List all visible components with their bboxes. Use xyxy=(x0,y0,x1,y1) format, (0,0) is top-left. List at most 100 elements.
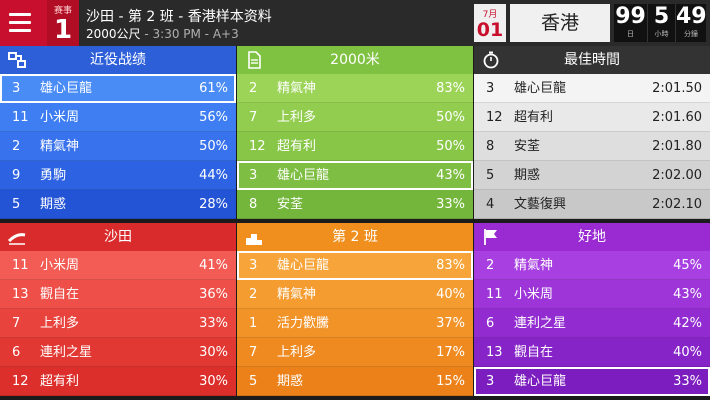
horse-name: 雄心巨龍 xyxy=(277,168,330,183)
top-bar: 赛事 1 沙田 - 第 2 班 - 香港样本资料 2000公尺 - 3:30 P… xyxy=(0,0,710,46)
countdown: 99 日 5 小時 49 分鐘 xyxy=(614,4,707,42)
menu-button[interactable] xyxy=(0,0,47,46)
countdown-days-unit: 日 xyxy=(627,30,634,38)
panel-title: 最佳時間 xyxy=(564,52,620,68)
horse-row[interactable]: 3 雄心巨龍 43% xyxy=(237,161,473,190)
horse-name: 連利之星 xyxy=(514,316,567,331)
horse-row[interactable]: 2 精氣神 50% xyxy=(0,132,236,161)
horse-row[interactable]: 12 超有利 2:01.60 xyxy=(474,103,710,132)
podium-icon xyxy=(245,228,263,246)
countdown-minutes-unit: 分鐘 xyxy=(684,30,698,38)
horse-row[interactable]: 2 精氣神 45% xyxy=(474,251,710,280)
stat-panel: 沙田 11 小米周 41% 13 觀自在 36% 7 上利多 33% 6 連利之星 30% 12 超有利 30… xyxy=(0,223,236,396)
horse-row[interactable]: 3 雄心巨龍 2:01.50 xyxy=(474,74,710,103)
horse-row[interactable]: 3 雄心巨龍 61% xyxy=(0,74,236,103)
stat-value: 2:02.00 xyxy=(652,168,702,183)
horse-name: 上利多 xyxy=(277,345,317,360)
horse-name: 上利多 xyxy=(277,110,317,125)
horse-number: 3 xyxy=(249,168,258,183)
countdown-minutes: 49 分鐘 xyxy=(676,4,707,42)
countdown-days: 99 日 xyxy=(614,4,648,42)
stat-value: 43% xyxy=(673,287,702,302)
horse-name: 精氣神 xyxy=(514,258,554,273)
panel-header[interactable]: 近役战绩 xyxy=(0,46,236,74)
horse-number: 11 xyxy=(12,258,29,273)
horse-number: 12 xyxy=(486,110,503,125)
place-label[interactable]: 香港 xyxy=(510,4,610,42)
horse-number: 8 xyxy=(249,197,258,212)
horse-number: 5 xyxy=(12,197,21,212)
stat-value: 42% xyxy=(673,316,702,331)
stat-value: 30% xyxy=(199,374,228,389)
countdown-days-value: 99 xyxy=(615,4,646,29)
panel-header[interactable]: 沙田 xyxy=(0,223,236,251)
stat-value: 43% xyxy=(436,168,465,183)
race-subtitle: 2000公尺 - 3:30 PM - A+3 xyxy=(86,25,239,42)
horse-name: 安荃 xyxy=(277,197,304,212)
panel-header[interactable]: 最佳時間 xyxy=(474,46,710,74)
horse-row[interactable]: 7 上利多 50% xyxy=(237,103,473,132)
horse-number: 2 xyxy=(249,287,258,302)
horse-name: 文藝復興 xyxy=(514,197,567,212)
horse-name: 超有利 xyxy=(277,139,317,154)
stat-value: 2:01.50 xyxy=(652,81,702,96)
horse-row[interactable]: 7 上利多 33% xyxy=(0,309,236,338)
horse-row[interactable]: 12 超有利 50% xyxy=(237,132,473,161)
horse-number: 3 xyxy=(486,81,495,96)
stat-value: 56% xyxy=(199,110,228,125)
panel-header[interactable]: 第 2 班 xyxy=(237,223,473,251)
race-distance: 2000公尺 xyxy=(86,27,141,41)
stat-panel: 第 2 班 3 雄心巨龍 83% 2 精氣神 40% 1 活力歡騰 37% 7 上利多 17% 5 期惑 15… xyxy=(237,223,473,396)
stat-value: 50% xyxy=(436,139,465,154)
form-icon xyxy=(8,51,26,69)
horse-row[interactable]: 3 雄心巨龍 83% xyxy=(237,251,473,280)
horse-name: 上利多 xyxy=(40,316,80,331)
stat-panel: 近役战绩 3 雄心巨龍 61% 11 小米周 56% 2 精氣神 50% 9 勇駒 44% 5 期惑 28% xyxy=(0,46,236,219)
panel-header[interactable]: 好地 xyxy=(474,223,710,251)
horse-name: 雄心巨龍 xyxy=(514,374,567,389)
stat-value: 45% xyxy=(673,258,702,273)
horse-row[interactable]: 8 安荃 2:01.80 xyxy=(474,132,710,161)
horse-row[interactable]: 11 小米周 41% xyxy=(0,251,236,280)
horse-row[interactable]: 11 小米周 43% xyxy=(474,280,710,309)
horse-number: 7 xyxy=(249,110,258,125)
horse-row[interactable]: 5 期惑 28% xyxy=(0,190,236,219)
horse-number: 12 xyxy=(249,139,266,154)
horse-name: 連利之星 xyxy=(40,345,93,360)
horse-row[interactable]: 5 期惑 2:02.00 xyxy=(474,161,710,190)
panel-title: 近役战绩 xyxy=(90,52,146,68)
horse-row[interactable]: 6 連利之星 42% xyxy=(474,309,710,338)
countdown-hours: 5 小時 xyxy=(648,4,676,42)
horse-row[interactable]: 3 雄心巨龍 33% xyxy=(474,367,710,396)
stat-value: 2:01.80 xyxy=(652,139,702,154)
countdown-hours-unit: 小時 xyxy=(654,30,669,38)
horse-row[interactable]: 2 精氣神 40% xyxy=(237,280,473,309)
stat-value: 41% xyxy=(199,258,228,273)
stat-value: 17% xyxy=(436,345,465,360)
race-badge[interactable]: 赛事 1 xyxy=(47,0,79,46)
horse-row[interactable]: 8 安荃 33% xyxy=(237,190,473,219)
horse-row[interactable]: 5 期惑 15% xyxy=(237,367,473,396)
horse-number: 13 xyxy=(486,345,503,360)
hamburger-icon xyxy=(9,13,31,33)
horse-row[interactable]: 12 超有利 30% xyxy=(0,367,236,396)
horse-name: 期惑 xyxy=(514,168,541,183)
horse-row[interactable]: 4 文藝復興 2:02.10 xyxy=(474,190,710,219)
horse-row[interactable]: 11 小米周 56% xyxy=(0,103,236,132)
horse-number: 11 xyxy=(12,110,29,125)
horse-row[interactable]: 9 勇駒 44% xyxy=(0,161,236,190)
horse-number: 6 xyxy=(486,316,495,331)
race-time-handicap: - 3:30 PM - A+3 xyxy=(144,27,239,41)
horse-number: 1 xyxy=(249,316,258,331)
horse-row[interactable]: 6 連利之星 30% xyxy=(0,338,236,367)
horse-row[interactable]: 7 上利多 17% xyxy=(237,338,473,367)
horse-number: 7 xyxy=(249,345,258,360)
stat-value: 40% xyxy=(436,287,465,302)
horse-row[interactable]: 2 精氣神 83% xyxy=(237,74,473,103)
horse-name: 雄心巨龍 xyxy=(277,258,330,273)
horse-row[interactable]: 1 活力歡騰 37% xyxy=(237,309,473,338)
panel-title: 第 2 班 xyxy=(332,229,378,245)
horse-row[interactable]: 13 觀自在 40% xyxy=(474,338,710,367)
horse-row[interactable]: 13 觀自在 36% xyxy=(0,280,236,309)
panel-header[interactable]: 2000米 xyxy=(237,46,473,74)
